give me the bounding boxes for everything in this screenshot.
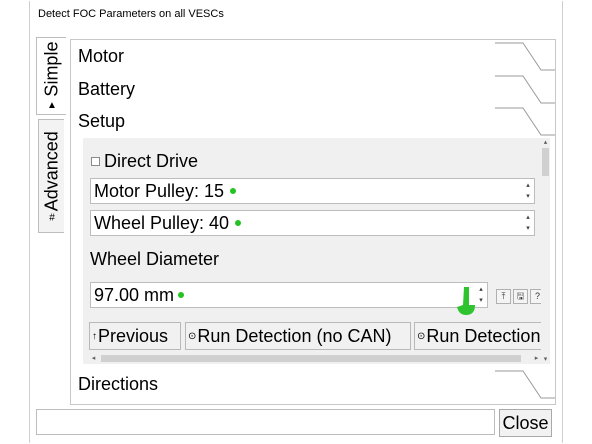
section-directions-label: Directions	[78, 373, 159, 394]
section-battery-label: Battery	[78, 78, 136, 99]
vertical-scrollbar[interactable]: ▴ ▾	[541, 138, 550, 364]
section-tab-edge	[495, 107, 555, 136]
section-tab-edge	[495, 370, 555, 399]
wheel-pulley-spinbox[interactable]: Wheel Pulley: 40 ▴ ▾	[90, 210, 535, 236]
section-directions[interactable]: Directions	[75, 370, 555, 399]
scrollbar-thumb[interactable]	[542, 148, 549, 176]
section-tab-edge	[495, 42, 555, 71]
navigation-buttons: ↑ Previous ⊙ Run Detection (no CAN) ⊙ Ru…	[89, 322, 545, 350]
scroll-right-icon[interactable]: ▸	[532, 354, 541, 363]
previous-label: Previous	[98, 325, 169, 346]
spin-arrows[interactable]: ▴ ▾	[524, 213, 532, 233]
horizontal-scrollbar[interactable]: ◂ ▸	[89, 354, 541, 363]
close-button[interactable]: Close	[499, 409, 552, 437]
toolbox: Motor Battery Setup Direct Drive Motor P…	[70, 39, 556, 405]
previous-button[interactable]: ↑ Previous	[89, 322, 181, 350]
section-motor-label: Motor	[78, 45, 125, 66]
motor-pulley-value: Motor Pulley: 15	[94, 180, 225, 201]
scroll-left-icon[interactable]: ◂	[89, 354, 98, 363]
run-detection-label: Run Detection	[426, 325, 541, 346]
spin-arrows[interactable]: ▴ ▾	[524, 181, 532, 201]
previous-icon: ↑	[92, 330, 97, 342]
section-motor[interactable]: Motor	[75, 42, 555, 71]
advanced-icon: #	[48, 212, 55, 224]
scrollbar-thumb[interactable]	[101, 355, 521, 362]
window-title: Detect FOC Parameters on all VESCs	[38, 8, 224, 20]
section-setup-label: Setup	[78, 110, 126, 131]
tab-bar: ▲ Simple # Advanced	[34, 37, 70, 247]
tab-advanced[interactable]: # Advanced	[38, 119, 64, 233]
status-dot	[230, 188, 237, 194]
section-setup[interactable]: Setup	[75, 107, 555, 136]
status-dot	[235, 220, 242, 226]
spin-up-icon[interactable]: ▴	[524, 213, 532, 222]
spin-up-icon[interactable]: ▴	[524, 181, 532, 190]
spin-down-icon[interactable]: ▾	[524, 192, 532, 201]
motor-pulley-spinbox[interactable]: Motor Pulley: 15 ▴ ▾	[90, 178, 535, 204]
scroll-up-icon[interactable]: ▴	[541, 138, 550, 147]
section-tab-edge	[495, 75, 555, 104]
wheel-pulley-value: Wheel Pulley: 40	[94, 212, 230, 233]
simple-icon: ▲	[46, 100, 57, 112]
checkbox-box[interactable]	[91, 156, 100, 166]
upload-icon[interactable]: ⤒	[496, 289, 511, 304]
spin-down-icon[interactable]: ▾	[524, 224, 532, 233]
run-icon: ⊙	[417, 330, 426, 342]
save-icon[interactable]: 🖫	[513, 289, 528, 304]
wheel-diameter-label: Wheel Diameter	[90, 249, 220, 269]
wheel-diameter-value: 97.00 mm	[94, 284, 175, 305]
run-icon: ⊙	[188, 330, 197, 342]
tab-simple-label: Simple	[41, 41, 61, 97]
wheel-diameter-spinbox[interactable]: 97.00 mm ▴ ▾	[90, 282, 488, 308]
run-detection-no-can-button[interactable]: ⊙ Run Detection (no CAN)	[185, 322, 411, 350]
scroll-down-icon[interactable]: ▾	[541, 355, 550, 364]
section-battery[interactable]: Battery	[75, 75, 555, 104]
direct-drive-checkbox[interactable]: Direct Drive	[91, 150, 198, 172]
setup-panel: Direct Drive Motor Pulley: 15 ▴ ▾ Wheel …	[83, 138, 550, 364]
run-detection-button[interactable]: ⊙ Run Detection	[414, 322, 545, 350]
detect-foc-dialog: Detect FOC Parameters on all VESCs ▲ Sim…	[29, 1, 563, 443]
direct-drive-label: Direct Drive	[104, 150, 199, 171]
tab-advanced-label: Advanced	[41, 131, 61, 212]
pointer-arrow-icon	[457, 287, 475, 315]
tab-simple[interactable]: ▲ Simple	[36, 37, 66, 115]
run-detection-no-can-label: Run Detection (no CAN)	[197, 325, 392, 346]
status-field[interactable]	[36, 409, 495, 435]
status-dot	[178, 292, 185, 298]
